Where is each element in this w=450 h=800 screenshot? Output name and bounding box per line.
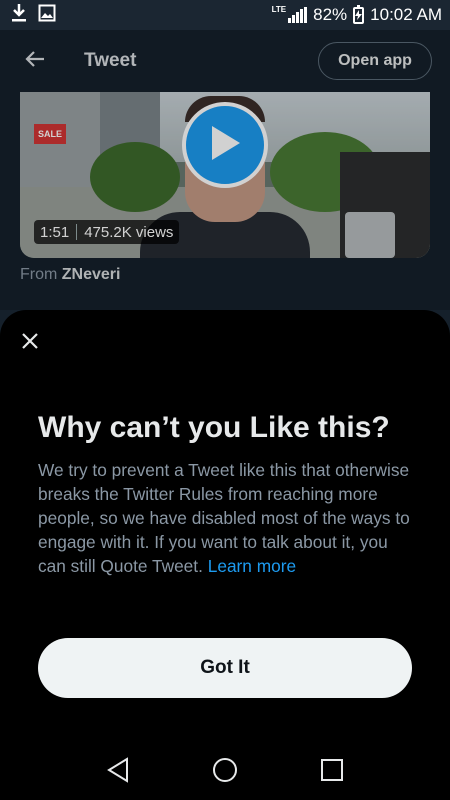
recents-icon <box>320 758 344 787</box>
status-bar: LTE 82% 10:02 AM <box>0 0 450 30</box>
system-nav-bar <box>0 745 450 800</box>
signal-icon <box>288 7 308 23</box>
sheet-body: We try to prevent a Tweet like this that… <box>38 458 418 578</box>
nav-back-button[interactable] <box>98 753 138 793</box>
sheet-title: Why can’t you Like this? <box>38 411 390 444</box>
screen: LTE 82% 10:02 AM Tweet Open app SALE 1:5… <box>0 0 450 800</box>
status-left <box>10 3 56 28</box>
back-icon <box>106 757 130 788</box>
network-label: LTE <box>271 5 287 14</box>
nav-home-button[interactable] <box>205 753 245 793</box>
learn-more-link[interactable]: Learn more <box>208 556 296 576</box>
download-icon <box>10 3 28 28</box>
battery-icon <box>353 4 365 24</box>
home-icon <box>212 757 238 788</box>
status-right: LTE 82% 10:02 AM <box>271 4 442 25</box>
close-button[interactable] <box>14 327 46 359</box>
got-it-button[interactable]: Got It <box>38 638 412 698</box>
clock: 10:02 AM <box>370 5 442 24</box>
close-icon <box>21 332 39 355</box>
image-icon <box>38 4 56 27</box>
overlay-dim[interactable] <box>0 30 450 310</box>
battery-percent: 82% <box>313 5 348 24</box>
info-sheet: Why can’t you Like this? We try to preve… <box>0 310 450 800</box>
nav-recents-button[interactable] <box>312 753 352 793</box>
